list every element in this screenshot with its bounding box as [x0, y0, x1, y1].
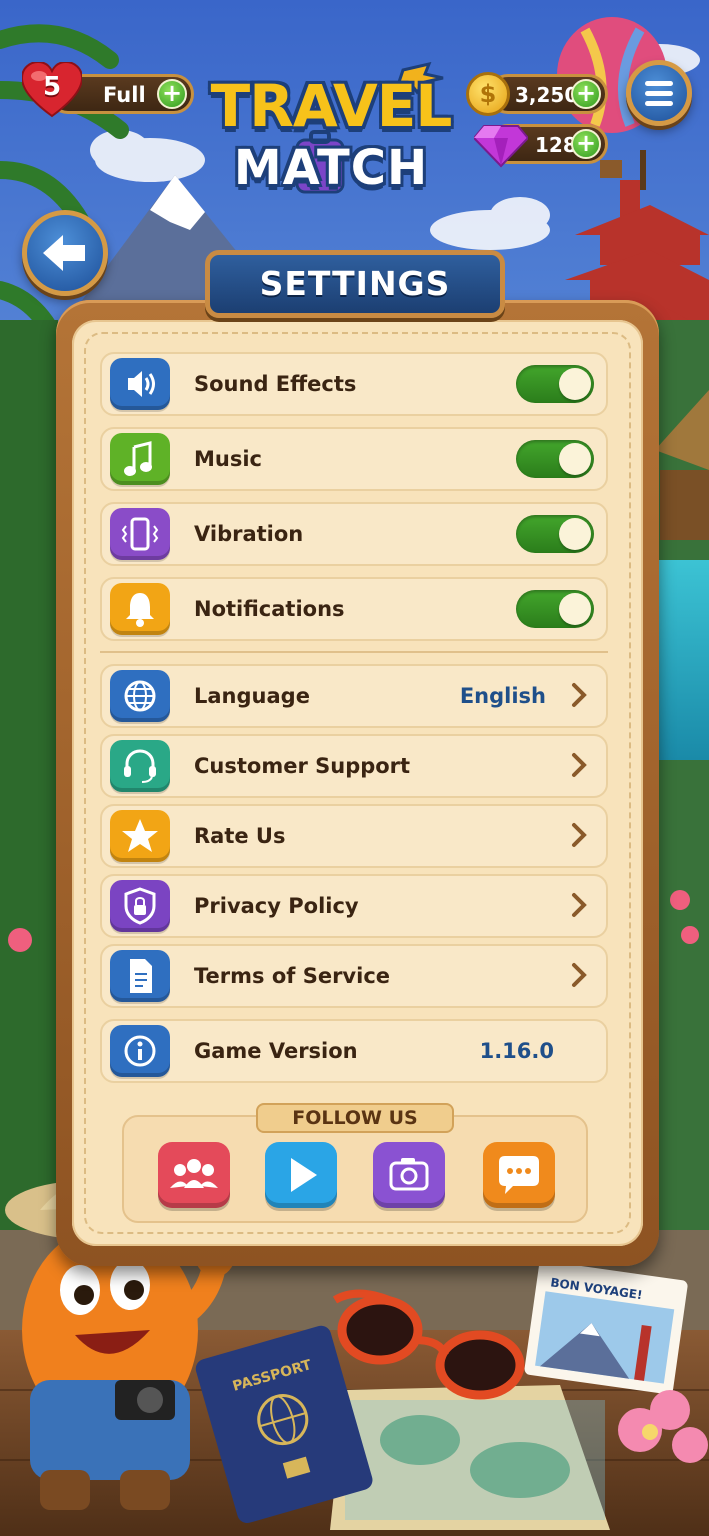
- chat-button[interactable]: [483, 1142, 555, 1208]
- game-version-value: 1.16.0: [479, 1039, 554, 1063]
- add-gems-button[interactable]: +: [571, 129, 601, 159]
- plus-icon: +: [575, 79, 597, 107]
- language-value: English: [459, 684, 546, 708]
- community-icon: [170, 1159, 218, 1188]
- setting-row-game-version: Game Version 1.16.0: [100, 1019, 608, 1083]
- page-title: SETTINGS: [259, 264, 451, 303]
- speaker-icon: [110, 358, 170, 410]
- lives-status: Full: [103, 83, 146, 107]
- setting-row-sound-effects[interactable]: Sound Effects: [100, 352, 608, 416]
- logo-line-2: MATCH: [233, 140, 429, 196]
- headset-icon: [110, 740, 170, 792]
- language-label: Language: [194, 684, 310, 708]
- settings-title-plate: SETTINGS: [205, 250, 505, 318]
- shield-lock-icon: [110, 880, 170, 932]
- setting-row-terms-of-service[interactable]: Terms of Service: [100, 944, 608, 1008]
- music-toggle[interactable]: [516, 440, 594, 478]
- rate-us-label: Rate Us: [194, 824, 286, 848]
- bell-icon: [110, 583, 170, 635]
- vibration-toggle[interactable]: [516, 515, 594, 553]
- sound-effects-label: Sound Effects: [194, 372, 357, 396]
- privacy-policy-label: Privacy Policy: [194, 894, 359, 918]
- play-icon: [291, 1158, 317, 1192]
- chevron-right-icon: [572, 683, 587, 707]
- lives-count: 5: [42, 72, 62, 102]
- setting-row-privacy-policy[interactable]: Privacy Policy: [100, 874, 608, 938]
- hamburger-icon: [645, 81, 673, 106]
- add-coins-button[interactable]: +: [571, 79, 601, 109]
- music-note-icon: [110, 433, 170, 485]
- section-divider: [100, 651, 608, 653]
- gem-icon: [472, 120, 530, 168]
- info-icon: [110, 1025, 170, 1077]
- settings-screen: Full + 5 TRAVEL MATCH 3,250 + $ 128 + SE…: [0, 0, 709, 1536]
- toggle-knob: [559, 368, 591, 400]
- chevron-right-icon: [572, 963, 587, 987]
- heart-icon: 5: [20, 60, 84, 118]
- setting-row-rate-us[interactable]: Rate Us: [100, 804, 608, 868]
- star-icon: [110, 810, 170, 862]
- chat-bubble-icon: [499, 1156, 539, 1194]
- customer-support-label: Customer Support: [194, 754, 411, 778]
- back-arrow-icon: [43, 235, 85, 271]
- notifications-label: Notifications: [194, 597, 345, 621]
- coin-icon: $: [466, 72, 510, 116]
- setting-row-customer-support[interactable]: Customer Support: [100, 734, 608, 798]
- logo-line-1: TRAVEL: [210, 72, 453, 140]
- chevron-right-icon: [572, 753, 587, 777]
- game-version-label: Game Version: [194, 1039, 358, 1063]
- toggle-knob: [559, 593, 591, 625]
- photo-button[interactable]: [373, 1142, 445, 1208]
- follow-us-text: FOLLOW US: [292, 1107, 418, 1129]
- setting-row-notifications[interactable]: Notifications: [100, 577, 608, 641]
- chevron-right-icon: [572, 893, 587, 917]
- setting-row-music[interactable]: Music: [100, 427, 608, 491]
- back-button[interactable]: [22, 210, 108, 296]
- camera-icon: [389, 1158, 429, 1191]
- coin-count: 3,250: [515, 83, 579, 107]
- menu-button[interactable]: [626, 60, 692, 126]
- terms-of-service-label: Terms of Service: [194, 964, 391, 988]
- toggle-knob: [559, 518, 591, 550]
- sound-effects-toggle[interactable]: [516, 365, 594, 403]
- notifications-toggle[interactable]: [516, 590, 594, 628]
- phone-vibrate-icon: [110, 508, 170, 560]
- chevron-right-icon: [572, 823, 587, 847]
- globe-icon: [110, 670, 170, 722]
- video-button[interactable]: [265, 1142, 337, 1208]
- travel-match-logo: TRAVEL MATCH: [203, 62, 459, 212]
- plus-icon: +: [161, 79, 183, 107]
- follow-us-label: FOLLOW US: [256, 1103, 454, 1133]
- document-icon: [110, 950, 170, 1002]
- community-button[interactable]: [158, 1142, 230, 1208]
- add-lives-button[interactable]: +: [157, 79, 187, 109]
- setting-row-vibration[interactable]: Vibration: [100, 502, 608, 566]
- music-label: Music: [194, 447, 262, 471]
- vibration-label: Vibration: [194, 522, 304, 546]
- plus-icon: +: [575, 129, 597, 157]
- toggle-knob: [559, 443, 591, 475]
- setting-row-language[interactable]: Language English: [100, 664, 608, 728]
